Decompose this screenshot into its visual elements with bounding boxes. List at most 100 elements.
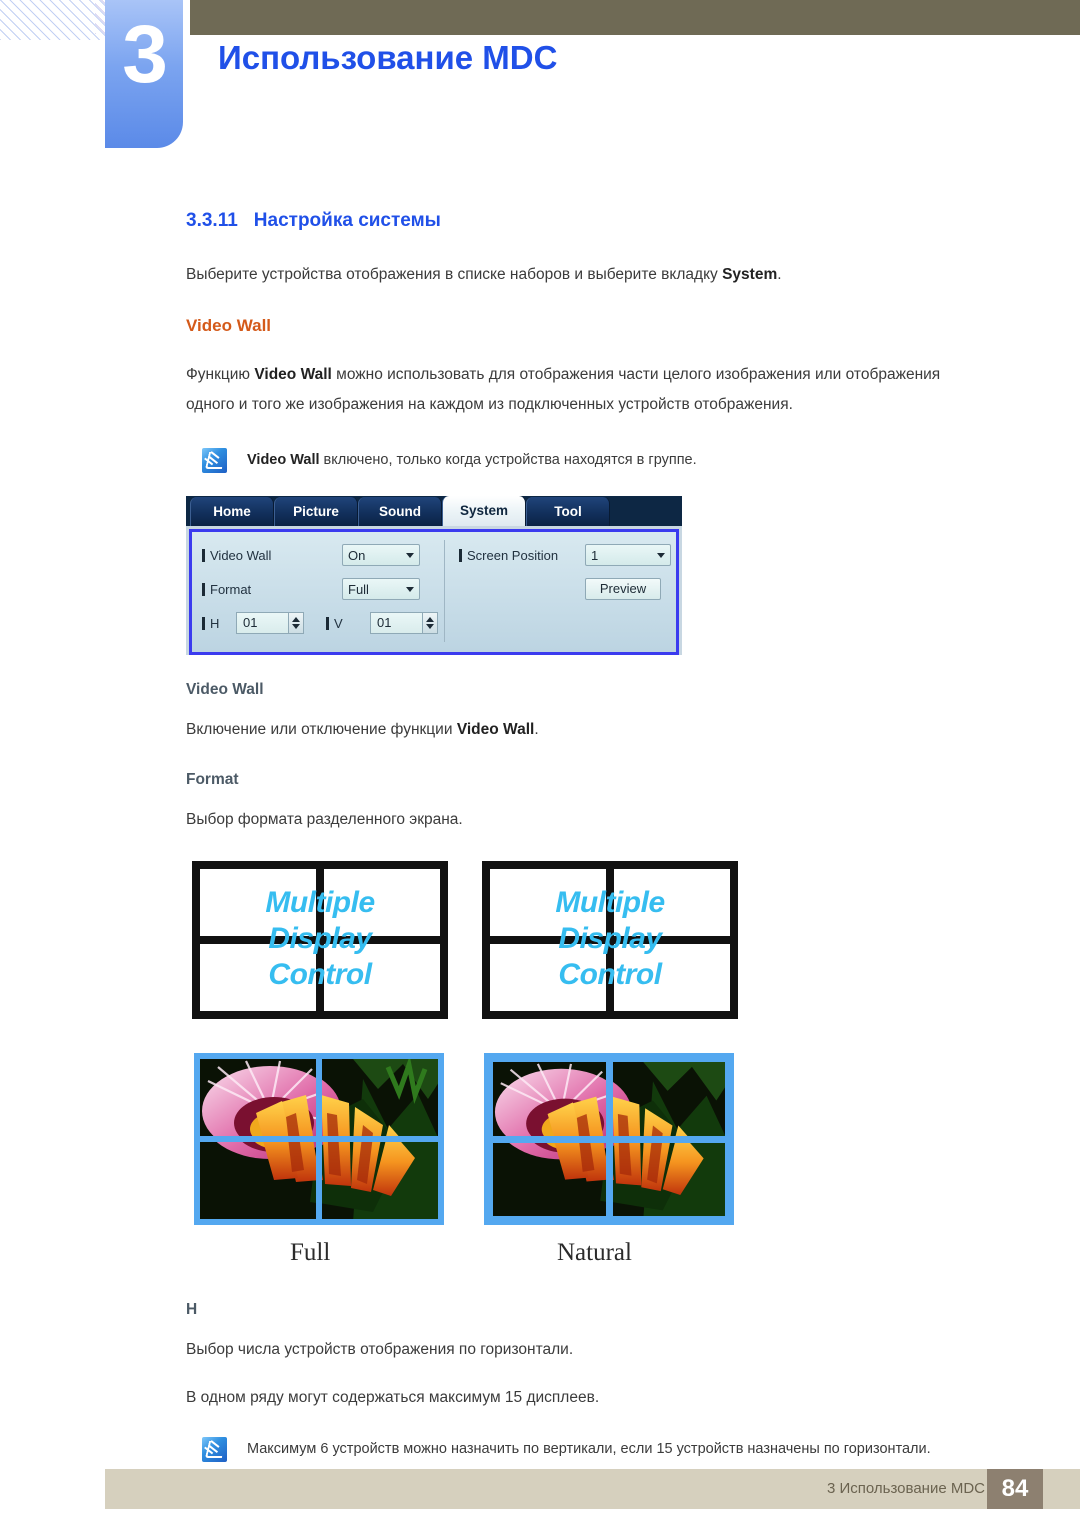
intro-paragraph: Выберите устройства отображения в списке…: [186, 260, 976, 290]
mdc-system-panel: Video Wall On Format Full H 01 V 01 Scre…: [189, 529, 679, 655]
header-olive-bar: [190, 0, 1080, 35]
photo-cell: [612, 1142, 725, 1216]
video-wall-diagrams: Multiple Display Control Multiple Displa…: [186, 861, 976, 1039]
format-dropdown[interactable]: Full: [342, 578, 420, 600]
mdc-left-column: Video Wall On Format Full H 01 V 01: [202, 540, 445, 642]
wall-text-line2: Display: [558, 922, 662, 955]
wall-diagram-full: Multiple Display Control: [192, 861, 448, 1019]
note-pen-icon: [202, 448, 227, 473]
subsection-heading-format: Format: [186, 771, 239, 788]
subsection-heading-video-wall: Video Wall: [186, 681, 264, 698]
wall-text-line3: Control: [268, 958, 372, 991]
subsection-text-video-wall: Включение или отключение функции Video W…: [186, 715, 976, 745]
v-stepper-buttons[interactable]: [422, 612, 438, 634]
preview-button[interactable]: Preview: [585, 578, 661, 600]
flower-photo-image: [612, 1062, 725, 1136]
wall-text-line1: Multiple: [555, 886, 665, 919]
format-field-label: Format: [202, 582, 342, 597]
mdc-tab-bar: Home Picture Sound System Tool: [186, 496, 682, 526]
mdc-row-video-wall: Video Wall On: [202, 540, 438, 570]
v-field-label: V: [326, 616, 370, 631]
photo-wall-natural: [484, 1053, 734, 1225]
note1-bold: Video Wall: [247, 452, 320, 468]
stepper-up-icon[interactable]: [292, 617, 300, 622]
wall-text-line3: Control: [558, 958, 662, 991]
v-stepper[interactable]: 01: [370, 612, 438, 634]
chevron-down-icon: [406, 552, 414, 558]
tab-sound[interactable]: Sound: [358, 497, 442, 526]
sub0-bold: Video Wall: [456, 721, 535, 738]
photo-cell: [200, 1142, 316, 1219]
h-stepper-value[interactable]: 01: [236, 612, 288, 634]
note-pen-icon: [202, 1437, 227, 1462]
intro-bold-system: System: [722, 266, 778, 283]
tab-picture[interactable]: Picture: [274, 497, 358, 526]
flower-photo-image: [322, 1059, 438, 1136]
photo-cell: [493, 1142, 606, 1216]
section-heading: 3.3.11 Настройка системы: [186, 210, 976, 232]
video-wall-dropdown-value: On: [348, 547, 366, 563]
photo-captions: Full Natural: [186, 1239, 786, 1273]
footer-chapter-label: 3 Использование MDC: [826, 1480, 985, 1497]
vw-desc-prefix: Функцию: [186, 366, 255, 383]
wall-text-line2: Display: [268, 922, 372, 955]
h-field-label: H: [202, 616, 236, 631]
mdc-row-hv: H 01 V 01: [202, 608, 438, 638]
wall-text-full: Multiple Display Control: [200, 885, 440, 993]
video-wall-photo-examples: Full Natural: [186, 1053, 976, 1283]
flower-photo-image: [493, 1062, 606, 1136]
photo-cell: [493, 1062, 606, 1136]
chevron-down-icon: [657, 552, 665, 558]
screen-position-dropdown[interactable]: 1: [585, 544, 671, 566]
mdc-row-format: Format Full: [202, 574, 438, 604]
note-block-group-2: Максимум 6 устройств можно назначить по …: [202, 1435, 976, 1463]
video-wall-heading: Video Wall: [186, 316, 272, 335]
mdc-application-screenshot: Home Picture Sound System Tool Video Wal…: [186, 496, 682, 655]
note-text-group: Video Wall включено, только когда устрой…: [247, 446, 697, 474]
tab-home[interactable]: Home: [190, 497, 274, 526]
wall-text-natural: Multiple Display Control: [490, 885, 730, 993]
h-stepper-buttons[interactable]: [288, 612, 304, 634]
format-dropdown-value: Full: [348, 581, 369, 597]
video-wall-dropdown[interactable]: On: [342, 544, 420, 566]
mdc-row-screen-position: Screen Position 1: [459, 540, 671, 570]
tab-system[interactable]: System: [442, 496, 526, 526]
intro-prefix: Выберите устройства отображения в списке…: [186, 266, 723, 283]
section-title: Настройка системы: [253, 210, 441, 231]
sub0-suffix: .: [534, 721, 539, 738]
page-footer: 3 Использование MDC 84: [105, 1469, 1080, 1509]
flower-photo-image: [612, 1142, 725, 1216]
stepper-down-icon[interactable]: [292, 624, 300, 629]
page-header: 3 Использование MDC: [0, 0, 1080, 170]
footer-page-number: 84: [987, 1469, 1043, 1509]
caption-full: Full: [290, 1239, 331, 1266]
video-wall-field-label: Video Wall: [202, 548, 342, 563]
note-block-group: Video Wall включено, только когда устрой…: [202, 446, 976, 474]
section-number: 3.3.11: [186, 210, 238, 231]
photo-cell: [612, 1062, 725, 1136]
flower-photo-image: [200, 1059, 316, 1136]
flower-photo-image: [493, 1142, 606, 1216]
flower-photo-image: [200, 1142, 316, 1219]
flower-photo-image: [322, 1142, 438, 1219]
stepper-down-icon[interactable]: [426, 624, 434, 629]
wall-text-line1: Multiple: [265, 886, 375, 919]
h-section-line-2: В одном ряду могут содержаться максимум …: [186, 1389, 600, 1406]
screen-position-field-label: Screen Position: [459, 548, 585, 563]
mdc-right-column: Screen Position 1 Preview: [445, 540, 671, 642]
tab-tool[interactable]: Tool: [526, 497, 610, 526]
video-wall-description: Функцию Video Wall можно использовать дл…: [186, 360, 976, 420]
photo-cell: [200, 1059, 316, 1136]
chevron-down-icon: [406, 586, 414, 592]
vw-desc-bold: Video Wall: [254, 366, 332, 383]
mdc-row-preview: Preview: [459, 574, 671, 604]
subsection-text-format: Выбор формата разделенного экрана.: [186, 811, 463, 828]
wall-diagram-natural: Multiple Display Control: [482, 861, 738, 1019]
photo-cell: [322, 1059, 438, 1136]
subsection-heading-h: H: [186, 1301, 198, 1318]
stepper-up-icon[interactable]: [426, 617, 434, 622]
h-section-line-1: Выбор числа устройств отображения по гор…: [186, 1341, 574, 1358]
h-stepper[interactable]: 01: [236, 612, 304, 634]
page-content: 3.3.11 Настройка системы Выберите устройс…: [186, 210, 976, 1485]
v-stepper-value[interactable]: 01: [370, 612, 422, 634]
